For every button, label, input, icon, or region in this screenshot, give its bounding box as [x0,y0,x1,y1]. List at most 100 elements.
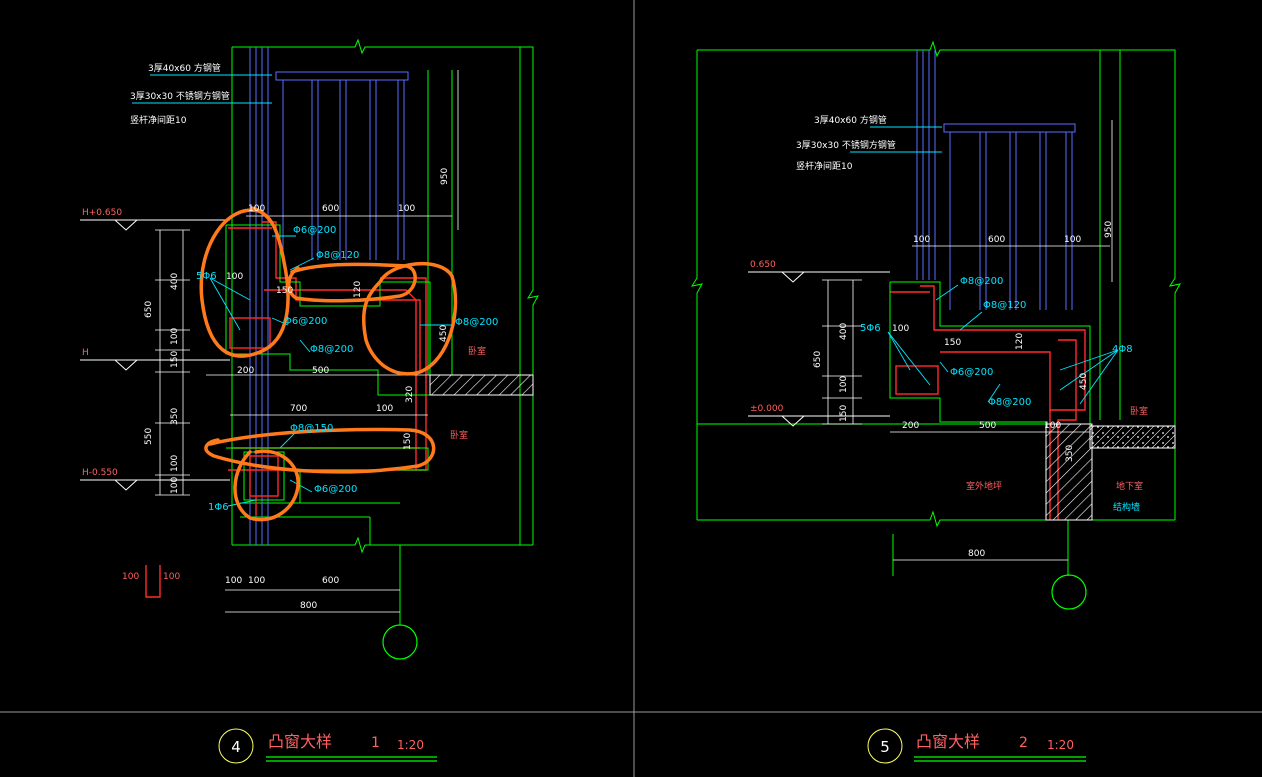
detail-2-outline [690,40,1181,576]
title-2-number: 5 [880,738,890,756]
dim-100a-1: 100 [170,328,180,345]
dim-500-1: 500 [312,366,329,376]
dim-100-1: 100 [376,404,393,414]
dim-b100a-1: 100 [225,576,242,586]
axis-bubble-2 [1051,574,1087,610]
room-b-1: 卧室 [450,429,468,441]
dim-100-h-2: 100 [1044,421,1061,431]
basement-2: 地下室 [1116,480,1143,492]
rebar-label-1e: Φ8@200 [455,317,498,328]
dim-950-1: 950 [440,168,450,185]
elev-bot-2: ±0.000 [750,404,784,414]
dim-450-1: 450 [439,325,449,342]
dim-top-600-2: 600 [988,235,1005,245]
rebar-label-2f: 4Φ8 [1112,344,1133,355]
title-1-number: 4 [231,738,241,756]
dim-320-1: 320 [405,386,415,403]
dim-s150-1: 150 [276,286,293,296]
title-block-1: 4 凸窗大样 1 1:20 [218,728,437,764]
rebar-label-1d: Φ6@200 [284,316,327,327]
rebar-label-1a: Φ6@200 [293,225,336,236]
title-1-name: 凸窗大样 [268,732,332,751]
dim-120-2: 120 [1015,333,1025,350]
note-spacing-1: 竖杆净间距10 [130,114,187,126]
rebar-label-2d: Φ6@200 [950,367,993,378]
floor-hatch-1 [429,374,534,396]
dim-100-2: 100 [839,376,849,393]
dim-b600-1: 600 [322,576,339,586]
title-2-name: 凸窗大样 [916,732,980,751]
wall-hatch-2 [1045,423,1093,521]
dim-s100-1: 100 [226,272,243,282]
dim-350-1: 350 [170,408,180,425]
rebar-label-2c: 5Φ6 [860,323,881,334]
note-tube-2: 3厚40x60 方钢管 [814,114,887,126]
elev-top-2: 0.650 [750,260,776,270]
note-spacing-2: 竖杆净间距10 [796,160,853,172]
wall-2: 结构墙 [1113,501,1140,513]
dim-b800-1: 800 [300,601,317,611]
detail-1-outline [231,38,539,625]
structure-2 [697,281,1175,520]
dim-100b-1: 100 [170,455,180,472]
title-1-scale: 1:20 [397,738,424,752]
dimensions-1 [155,70,459,613]
dim-150b-1: 150 [403,433,413,450]
cad-drawing-canvas: 3厚40x60 方钢管 3厚30x30 不锈钢方钢管 竖杆净间距10 950 1… [0,0,1262,777]
dim-200-2: 200 [902,421,919,431]
rebar-label-2b: Φ8@120 [983,300,1026,311]
dim-950-2: 950 [1104,221,1114,238]
dim-500-2: 500 [979,421,996,431]
floor-hatch-2 [1089,425,1176,449]
title-1-index: 1 [371,735,380,751]
dim-650-2: 650 [813,351,823,368]
dim-s100-2: 100 [892,324,909,334]
note-tube-1: 3厚40x60 方钢管 [148,62,221,74]
dim-150-1: 150 [170,351,180,368]
rebar-label-1i: 1Φ6 [208,502,229,513]
axis-bubble-1 [382,624,418,660]
room-2: 卧室 [1130,405,1148,417]
sheet-frame [0,0,1262,777]
dim-800-2: 800 [968,549,985,559]
elevation-marks-2 [748,271,890,427]
title-block-2: 5 凸窗大样 2 1:20 [867,728,1086,764]
dim-550-1: 550 [144,428,154,445]
detail-2 [690,40,1181,610]
dim-top-100a-2: 100 [913,235,930,245]
rebar-label-1b: Φ8@120 [316,250,359,261]
dim-s150-2: 150 [944,338,961,348]
dim-400-1: 400 [170,273,180,290]
elev-mid-1: H [82,348,89,358]
dim-top-100b-1: 100 [398,204,415,214]
rebar-label-1g: Φ8@150 [290,423,333,434]
dim-120-1: 120 [353,281,363,298]
elev-bot-1: H-0.550 [82,468,118,478]
dim-650-1: 650 [144,301,154,318]
sym-100b-1: 100 [163,572,180,582]
dim-100c-1: 100 [170,477,180,494]
window-frame-2 [916,50,936,280]
section-symbol-1 [145,565,161,598]
note-rail-1: 3厚30x30 不锈钢方钢管 [130,90,230,102]
dim-200-1: 200 [237,366,254,376]
dim-450-2: 450 [1079,373,1089,390]
rebar-label-2e: Φ8@200 [988,397,1031,408]
dim-top-100b-2: 100 [1064,235,1081,245]
rebar-label-1f: Φ8@200 [310,344,353,355]
dim-400-2: 400 [839,323,849,340]
title-2-scale: 1:20 [1047,738,1074,752]
dim-700-1: 700 [290,404,307,414]
note-rail-2: 3厚30x30 不锈钢方钢管 [796,139,896,151]
dim-top-600-1: 600 [322,204,339,214]
dim-b100b-1: 100 [248,576,265,586]
rebar-label-1h: Φ6@200 [314,484,357,495]
ground-2: 室外地坪 [966,480,1002,492]
title-2-index: 2 [1019,735,1028,751]
rebar-label-2a: Φ8@200 [960,276,1003,287]
dim-350-2: 350 [1065,445,1075,462]
sym-100a-1: 100 [122,572,139,582]
dim-150-2: 150 [839,405,849,422]
elev-top-1: H+0.650 [82,208,122,218]
rebar-label-1c: 5Φ6 [196,271,217,282]
